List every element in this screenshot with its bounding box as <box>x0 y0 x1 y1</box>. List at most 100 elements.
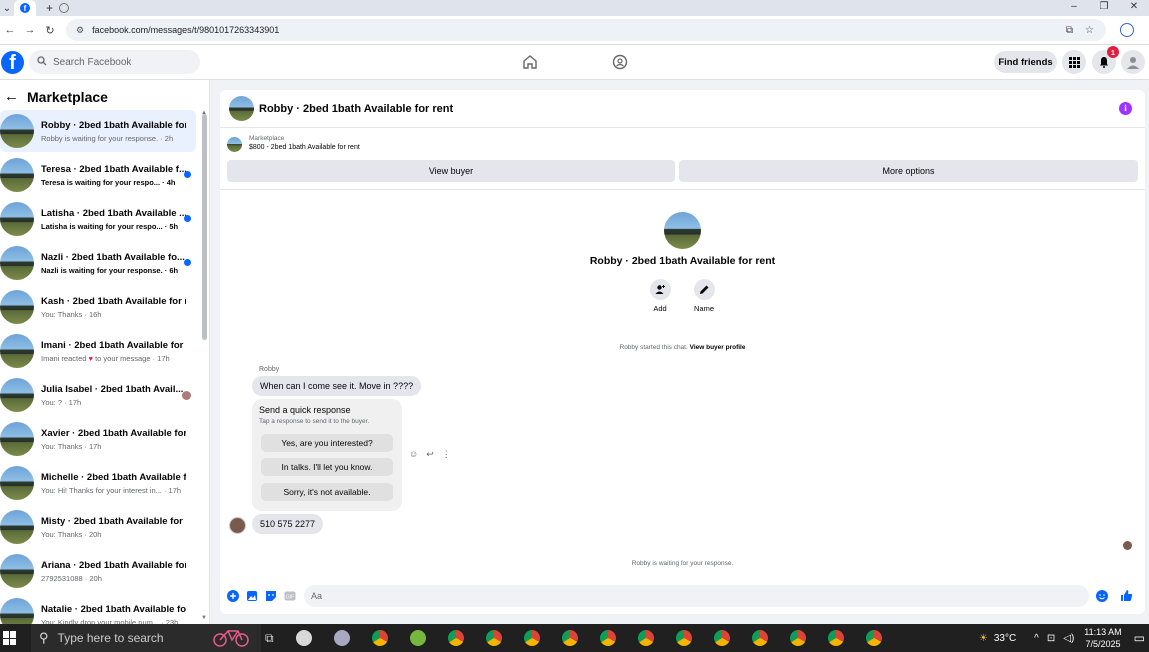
weather-icon[interactable]: ☀ <box>979 633 988 644</box>
sidebar-scrollbar[interactable] <box>202 114 207 340</box>
contact-profile-avatar[interactable] <box>664 212 701 249</box>
tray-chevron-icon[interactable]: ^ <box>1034 633 1039 644</box>
url-field[interactable]: ⚙ facebook.com/messages/t/98010172633439… <box>66 19 1106 41</box>
groups-icon[interactable] <box>610 53 630 71</box>
temperature[interactable]: 33°C <box>994 633 1016 644</box>
name-label: Name <box>693 304 714 313</box>
message-input[interactable]: Aa <box>304 584 1089 607</box>
conversation-item[interactable]: Julia Isabel · 2bed 1bath Avail... You: ?… <box>0 374 196 416</box>
notification-center-icon[interactable]: ▭ <box>1134 631 1145 645</box>
conversation-item[interactable]: Robby · 2bed 1bath Available for... Robby… <box>0 110 196 152</box>
find-friends-button[interactable]: Find friends <box>994 51 1057 73</box>
back-arrow-icon[interactable]: ← <box>0 24 20 36</box>
listing-avatar <box>0 598 34 624</box>
network-icon[interactable]: ⊡ <box>1047 633 1055 644</box>
browser-tab-facebook[interactable]: f <box>14 0 36 16</box>
taskbar-search-placeholder: Type here to search <box>57 631 164 645</box>
notifications-bell-icon[interactable]: 1 <box>1092 46 1119 74</box>
search-icon <box>37 55 47 69</box>
reply-arrow-icon[interactable]: ↩ <box>426 449 434 460</box>
chrome-icon[interactable] <box>865 630 882 646</box>
volume-icon[interactable]: ◁) <box>1063 633 1074 644</box>
chrome-icon[interactable] <box>371 630 388 646</box>
add-action[interactable]: Add <box>645 279 675 313</box>
conversation-item[interactable]: Natalie · 2bed 1bath Available fo... You:… <box>0 594 196 624</box>
install-app-icon[interactable]: ⧉ <box>1066 25 1073 36</box>
reload-icon[interactable]: ↻ <box>40 24 60 37</box>
chrome-icon[interactable] <box>637 630 654 646</box>
quick-reply-interested[interactable]: Yes, are you interested? <box>261 434 393 452</box>
bookmark-star-icon[interactable]: ☆ <box>1085 25 1094 36</box>
facebook-logo[interactable]: f <box>1 51 24 74</box>
task-view-icon[interactable]: ⧉ <box>265 631 274 646</box>
thread-header: Robby · 2bed 1bath Available for rent i <box>220 90 1145 128</box>
conversation-title: Misty · 2bed 1bath Available for ... <box>41 515 186 527</box>
conversation-item[interactable]: Nazli · 2bed 1bath Available fo... Nazli … <box>0 242 196 284</box>
conversation-item[interactable]: Xavier · 2bed 1bath Available for... You:… <box>0 418 196 460</box>
conversation-item[interactable]: Misty · 2bed 1bath Available for ... You:… <box>0 506 196 548</box>
tab-list-chevron-icon[interactable]: ⌄ <box>0 3 14 14</box>
conversation-item[interactable]: Latisha · 2bed 1bath Available ... Latish… <box>0 198 196 240</box>
windows-start-icon[interactable] <box>3 631 17 645</box>
photo-icon[interactable] <box>245 589 258 602</box>
view-buyer-button[interactable]: View buyer <box>227 160 675 182</box>
menu-grid-icon[interactable] <box>1062 50 1086 74</box>
plus-circle-icon[interactable] <box>226 589 239 602</box>
conversation-preview: Robby is waiting for your response. · 2h <box>41 133 174 143</box>
new-tab-button[interactable]: + <box>46 1 53 15</box>
forward-arrow-icon[interactable]: → <box>20 24 40 36</box>
app-icon-2[interactable] <box>333 630 350 646</box>
thread-title[interactable]: Robby · 2bed 1bath Available for rent <box>259 103 453 115</box>
more-dots-icon[interactable]: ⋮ <box>442 449 451 460</box>
conversation-item[interactable]: Imani · 2bed 1bath Available for ... Iman… <box>0 330 196 372</box>
conversation-preview: You: ? · 17h <box>41 397 82 407</box>
conversation-item[interactable]: Michelle · 2bed 1bath Available f... You:… <box>0 462 196 504</box>
message-bubble[interactable]: When can I come see it. Move in ???? <box>252 376 422 396</box>
quick-reply-in-talks[interactable]: In talks. I'll let you know. <box>261 458 393 476</box>
site-settings-icon[interactable]: ⚙ <box>76 25 84 36</box>
close-window-button[interactable]: ✕ <box>1119 0 1149 16</box>
conversation-item[interactable]: Ariana · 2bed 1bath Available for... 2792… <box>0 550 196 592</box>
chrome-icon[interactable] <box>713 630 730 646</box>
name-action[interactable]: Name <box>689 279 719 313</box>
conversation-item[interactable]: Kash · 2bed 1bath Available for r... You:… <box>0 286 196 328</box>
conversation-title: Kash · 2bed 1bath Available for r... <box>41 295 186 307</box>
back-arrow-icon[interactable]: ← <box>4 88 19 105</box>
my-message-bubble[interactable]: 510 575 2277 <box>252 514 324 534</box>
chrome-icon[interactable] <box>485 630 502 646</box>
maximize-button[interactable]: ❐ <box>1089 0 1119 16</box>
chrome-icon[interactable] <box>447 630 464 646</box>
thumbs-up-icon[interactable] <box>1120 589 1133 602</box>
sticker-icon[interactable] <box>264 589 277 602</box>
gif-icon[interactable]: GIF <box>283 589 296 602</box>
app-icon-1[interactable] <box>295 630 312 646</box>
emoji-icon[interactable] <box>1095 589 1108 602</box>
unread-dot <box>184 259 191 266</box>
quick-response-subtitle: Tap a response to send it to the buyer. <box>259 418 370 425</box>
chrome-icon[interactable] <box>827 630 844 646</box>
view-buyer-profile-link[interactable]: View buyer profile <box>690 344 746 351</box>
more-options-button[interactable]: More options <box>679 160 1138 182</box>
contact-avatar[interactable] <box>229 96 254 121</box>
browser-profile-icon[interactable] <box>1120 23 1134 37</box>
home-icon[interactable] <box>520 53 540 71</box>
scroll-down-arrow-icon[interactable]: ▼ <box>201 615 207 621</box>
chrome-icon[interactable] <box>789 630 806 646</box>
chrome-icon[interactable] <box>523 630 540 646</box>
facebook-search-input[interactable]: Search Facebook <box>29 50 200 74</box>
minimize-button[interactable]: – <box>1059 0 1089 16</box>
conversation-title: Natalie · 2bed 1bath Available fo... <box>41 603 186 615</box>
chrome-icon[interactable] <box>751 630 768 646</box>
react-smile-icon[interactable]: ☺ <box>409 449 418 460</box>
info-icon[interactable]: i <box>1119 102 1132 115</box>
torrent-icon[interactable] <box>409 630 426 646</box>
conversation-preview: Latisha is waiting for your respo... · 5… <box>41 221 179 231</box>
account-avatar[interactable] <box>1121 50 1145 74</box>
chrome-icon[interactable] <box>675 630 692 646</box>
chrome-icon[interactable] <box>561 630 578 646</box>
conversation-item[interactable]: Teresa · 2bed 1bath Available f... Teresa… <box>0 154 196 196</box>
listing-summary[interactable]: Marketplace $800 - 2bed 1bath Available … <box>227 135 360 152</box>
clock[interactable]: 11:13 AM 7/5/2025 <box>1084 626 1121 650</box>
chrome-icon[interactable] <box>599 630 616 646</box>
quick-reply-not-available[interactable]: Sorry, it's not available. <box>261 483 393 501</box>
